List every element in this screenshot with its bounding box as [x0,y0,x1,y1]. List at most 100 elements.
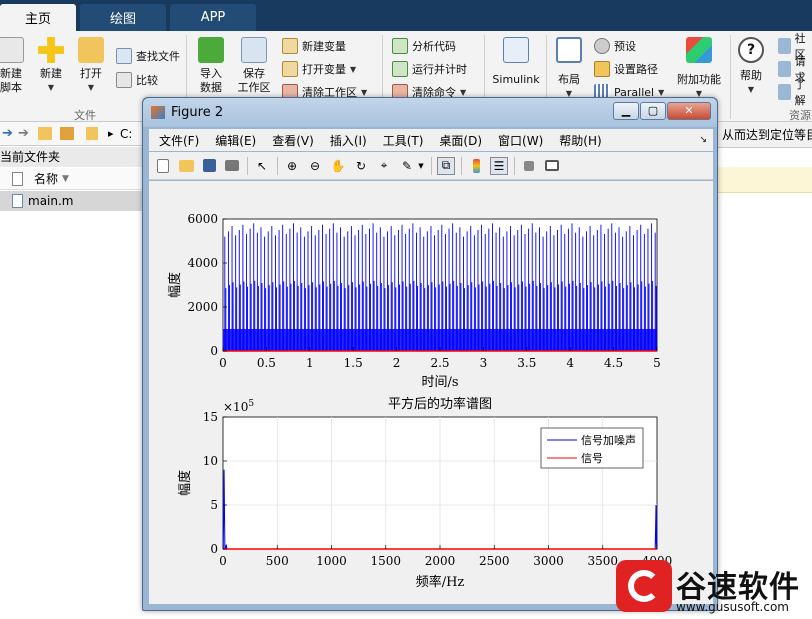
link-plot-icon[interactable]: ⧉ [437,156,455,175]
set-path-icon [594,61,610,77]
legend[interactable]: 信号加噪声 信号 [540,427,644,469]
menu-tools[interactable]: 工具(T) [383,132,424,149]
up-folder-icon[interactable] [38,127,52,140]
command-window-text: 从而达到定位等目 [716,122,812,148]
close-button[interactable]: ✕ [667,102,711,120]
file-type-icon [12,172,23,186]
name-column-label[interactable]: 名称 [34,168,58,190]
hide-plot-tools-icon[interactable] [520,157,538,175]
y-tick-label: 6000 [187,212,218,226]
minimize-button[interactable]: ▁ [613,102,639,120]
menu-help[interactable]: 帮助(H) [559,132,601,149]
pointer-icon[interactable]: ↖ [253,157,271,175]
y-tick-label: 0 [210,344,218,358]
tab-home[interactable]: 主页 [0,4,76,31]
menu-edit[interactable]: 编辑(E) [215,132,256,149]
print-icon[interactable] [223,157,241,175]
new-script-button[interactable]: 新建 脚本 [0,37,28,95]
column-header[interactable]: 名称 ▼ [0,168,145,190]
x-tick-label: 2000 [425,554,456,568]
compare-icon [116,72,132,88]
layout-button[interactable]: 布局 ▼ [552,37,586,101]
legend-icon[interactable]: ☰ [490,156,508,175]
power-spectrum-axes[interactable]: 平方后的功率谱图 ×105 0 500 1000 1500 2000 2500 3000 35… [177,396,672,590]
path-segment[interactable]: C: [120,127,132,141]
open-file-icon[interactable] [177,157,195,175]
x-tick-label: 1500 [370,554,401,568]
plus-icon [38,37,64,63]
x-tick-label: 0 [219,554,227,568]
run-and-time-button[interactable]: 运行并计时 [392,60,467,78]
x-tick-label: 2.5 [430,356,449,370]
colorbar-icon[interactable] [467,157,485,175]
x-tick-label: 1 [306,356,314,370]
import-icon [198,37,224,63]
save-workspace-button[interactable]: 保存 工作区 [234,37,274,95]
x-tick-label: 0 [219,356,227,370]
new-figure-icon[interactable] [154,157,172,175]
path-separator-icon: ▸ [108,127,114,140]
gusu-logo [616,560,672,612]
set-path-button[interactable]: 设置路径 [594,60,658,78]
learn-link[interactable]: 了解 [778,78,812,107]
menu-insert[interactable]: 插入(I) [330,132,367,149]
x-tick-label: 4.5 [604,356,623,370]
menu-file[interactable]: 文件(F) [159,132,199,149]
dock-arrow-icon[interactable]: ↘ [699,135,707,145]
figure-title: Figure 2 [171,105,224,120]
analyze-code-button[interactable]: 分析代码 [392,37,456,55]
addons-button[interactable]: 附加功能 ▼ [674,37,724,101]
zoom-in-icon[interactable]: ⊕ [283,157,301,175]
info-bar [716,167,812,193]
help-icon: ? [738,37,764,63]
forward-arrow-icon[interactable]: ➔ [18,126,29,141]
x-tick-label: 4 [566,356,574,370]
help-button[interactable]: ? 帮助 ▼ [736,37,766,97]
open-variable-button[interactable]: 打开变量 ▼ [282,60,356,78]
figure-plots: 0 0.5 1 1.5 2 2.5 3 3.5 4 4.5 50200040006000 时间/s … [167,212,672,590]
menu-window[interactable]: 窗口(W) [498,132,543,149]
address-bar[interactable]: ➔ ➔ ▸ C: [0,122,145,146]
find-files-icon [116,48,132,64]
folder-icon [86,127,98,140]
save-icon[interactable] [200,157,218,175]
watermark-url: www.gususoft.com [676,600,789,614]
chart-title: 平方后的功率谱图 [388,396,492,412]
time-domain-axes[interactable]: 0 0.5 1 1.5 2 2.5 3 3.5 4 4.5 50200040006000 时间/s … [167,212,661,390]
compare-button[interactable]: 比较 [116,71,158,89]
y-tick-label: 2000 [187,300,218,314]
rotate-3d-icon[interactable]: ↻ [352,157,370,175]
brush-dropdown-icon[interactable]: ▼ [417,157,425,175]
y-exponent-label: ×105 [223,399,254,414]
x-tick-label: 3000 [533,554,564,568]
new-button[interactable]: 新建 ▼ [34,37,68,95]
sort-icon: ▼ [62,174,69,184]
figure-canvas: 0 0.5 1 1.5 2 2.5 3 3.5 4 4.5 5 0 2000 4000 6000 时间/s … [149,181,713,604]
x-tick-label: 3500 [587,554,618,568]
tab-plots[interactable]: 绘图 [80,4,166,31]
new-variable-button[interactable]: 新建变量 [282,37,346,55]
import-data-button[interactable]: 导入 数据 [196,37,226,95]
open-button[interactable]: 打开 ▼ [74,37,108,95]
y-axis-label: 幅度 [177,470,193,496]
brush-icon[interactable]: ✎ [398,157,416,175]
browse-folder-icon[interactable] [60,127,74,140]
maximize-button[interactable]: ▢ [640,102,666,120]
tab-apps[interactable]: APP [170,4,256,31]
preferences-button[interactable]: 预设 [594,37,636,55]
zoom-out-icon[interactable]: ⊖ [306,157,324,175]
data-cursor-icon[interactable]: ⌖ [375,157,393,175]
x-axis-label: 时间/s [421,375,458,390]
x-tick-label: 3.5 [517,356,536,370]
menu-desktop[interactable]: 桌面(D) [439,132,482,149]
show-plot-tools-icon[interactable] [543,157,561,175]
new-variable-icon [282,38,298,54]
x-tick-label: 2 [393,356,401,370]
pan-hand-icon[interactable]: ✋ [329,157,347,175]
simulink-button[interactable]: Simulink [490,37,542,87]
menu-view[interactable]: 查看(V) [272,132,314,149]
find-files-button[interactable]: 查找文件 [116,47,180,65]
file-name: main.m [28,194,74,208]
back-arrow-icon[interactable]: ➔ [2,126,13,141]
file-list-item[interactable]: main.m [0,191,145,211]
